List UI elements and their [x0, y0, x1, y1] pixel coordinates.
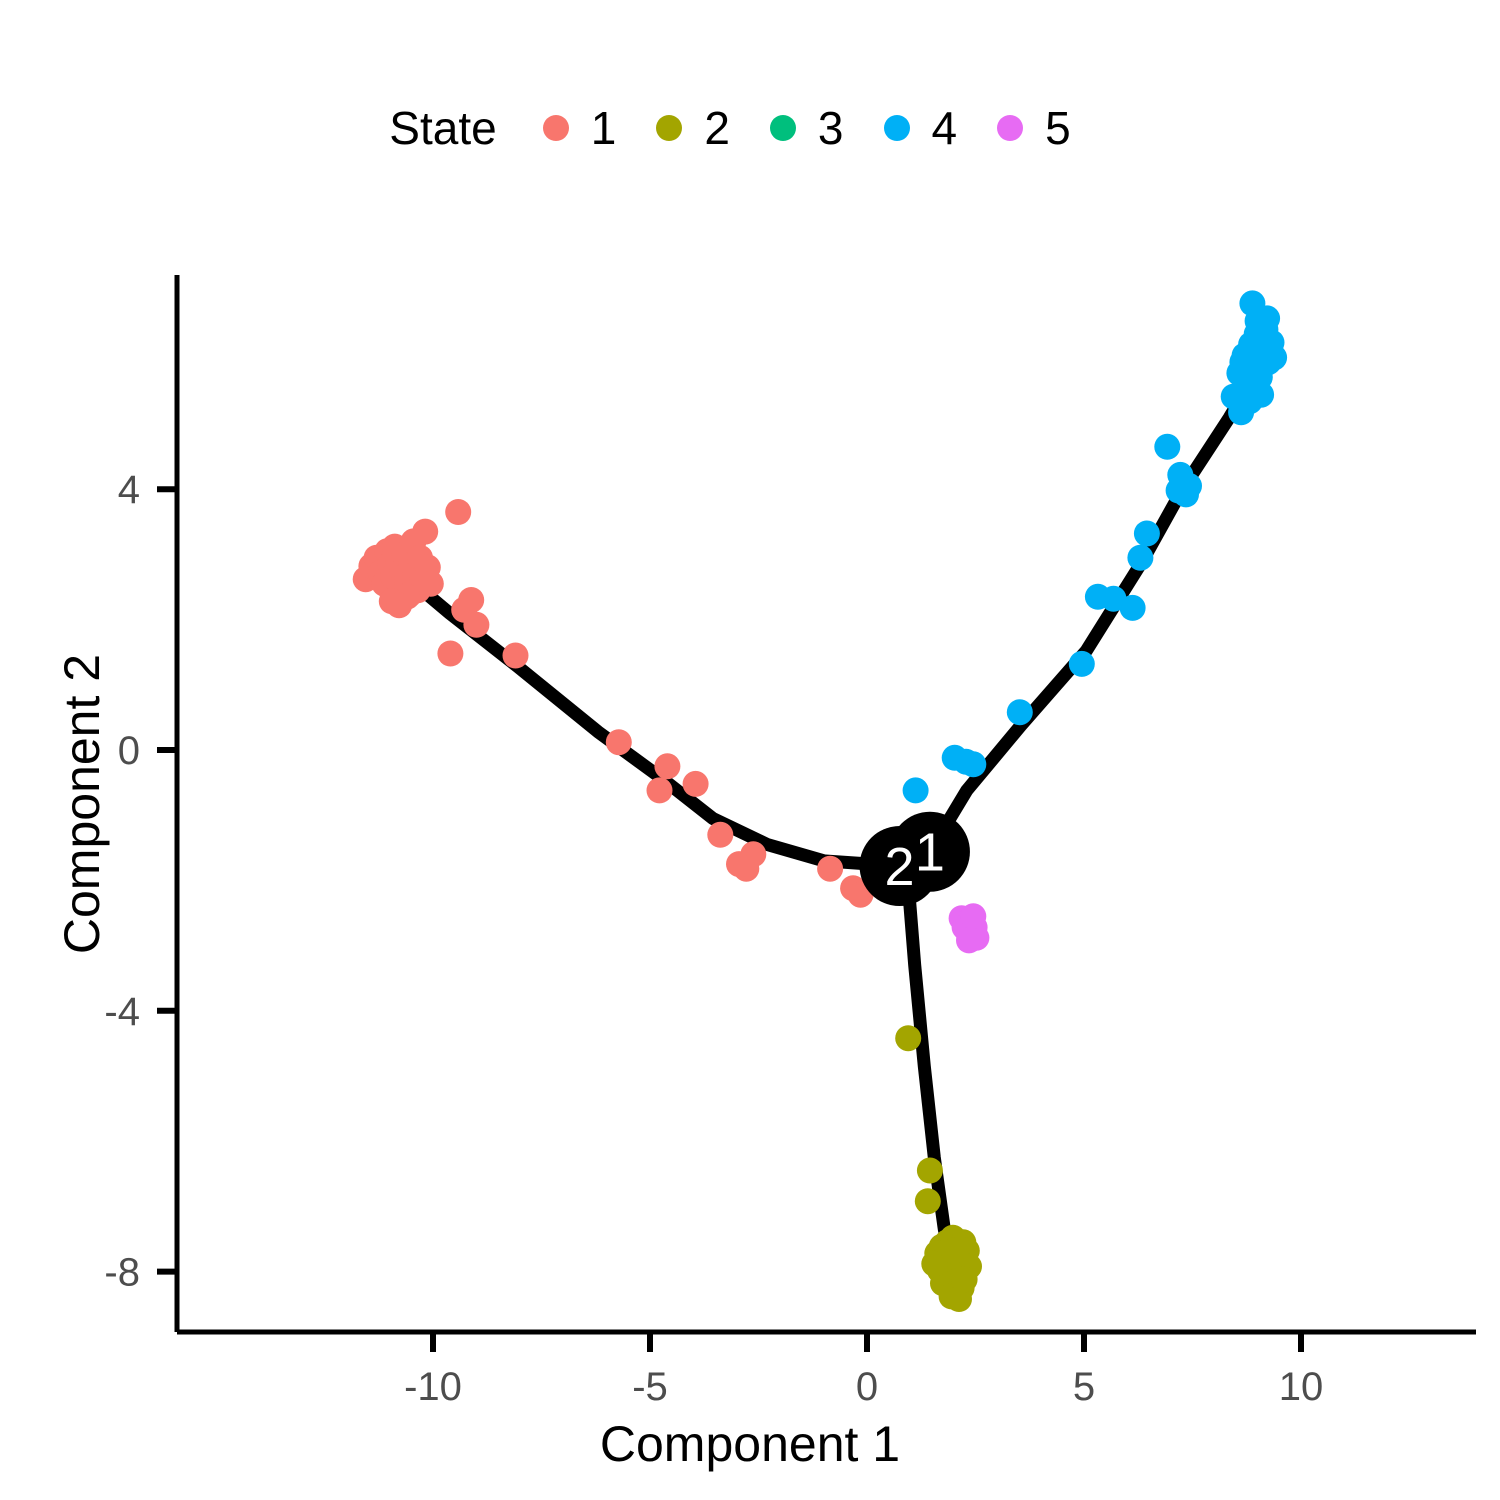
data-point [960, 751, 987, 778]
data-point [605, 729, 632, 756]
data-point [463, 611, 490, 638]
data-point [895, 1025, 922, 1052]
x-tick-label--10: -10 [404, 1365, 462, 1409]
data-point [502, 642, 529, 669]
y-tick-marks [157, 486, 177, 1275]
axis-layer [157, 275, 1476, 1352]
data-point [1176, 472, 1202, 499]
data-point [914, 1188, 941, 1215]
data-point [1229, 349, 1256, 376]
data-point [733, 855, 760, 882]
y-tick-label--8: -8 [104, 1251, 140, 1295]
trajectory-plot-root: State 1 2 3 4 5 21 -10 -5 0 5 10 4 0 -4 … [0, 0, 1500, 1500]
data-point [960, 903, 987, 930]
data-point [445, 499, 472, 525]
trajectory-layer [402, 364, 1265, 1266]
data-point [1127, 544, 1154, 571]
data-point [817, 855, 844, 882]
branch-node-label-1: 1 [915, 823, 945, 883]
data-point [1154, 433, 1181, 460]
data-point [1261, 344, 1288, 371]
data-point [458, 587, 485, 613]
x-tick-label-0: 0 [856, 1365, 878, 1409]
plot-canvas: 21 -10 -5 0 5 10 40-4-8 [104, 275, 1476, 1409]
data-point [707, 821, 734, 848]
data-point [1133, 520, 1160, 547]
data-point [951, 1266, 978, 1293]
x-axis-title: Component 1 [599, 1416, 901, 1472]
data-point [654, 753, 681, 780]
data-point [1068, 650, 1095, 677]
x-tick-label--5: -5 [632, 1365, 668, 1409]
data-point [902, 777, 929, 804]
data-point [940, 1237, 967, 1264]
data-point [437, 640, 464, 667]
data-point [916, 1157, 943, 1184]
x-tick-label-10: 10 [1279, 1365, 1324, 1409]
x-tick-labels: -10 -5 0 5 10 [404, 1365, 1323, 1409]
data-point [646, 777, 673, 804]
data-point [682, 770, 709, 797]
data-point [956, 927, 982, 954]
branch-node-label-2: 2 [885, 837, 915, 897]
y-tick-label-4: 4 [118, 468, 140, 512]
points-layer [352, 290, 1288, 1312]
y-axis-title: Component 2 [54, 653, 110, 955]
data-point [412, 518, 439, 545]
data-point [417, 570, 444, 597]
branch-state-4 [923, 364, 1265, 859]
data-point [1119, 594, 1146, 621]
branch-node-layer: 21 [859, 811, 970, 907]
x-tick-marks [430, 1332, 1304, 1352]
series-state-2 [895, 1025, 982, 1312]
data-point [1006, 699, 1033, 726]
series-state-5 [948, 903, 990, 954]
y-tick-label-0: 0 [118, 729, 140, 773]
data-point [1248, 381, 1275, 408]
data-point [1244, 308, 1271, 334]
series-state-4 [902, 290, 1288, 869]
data-point [386, 592, 413, 619]
x-tick-label-5: 5 [1073, 1365, 1095, 1409]
